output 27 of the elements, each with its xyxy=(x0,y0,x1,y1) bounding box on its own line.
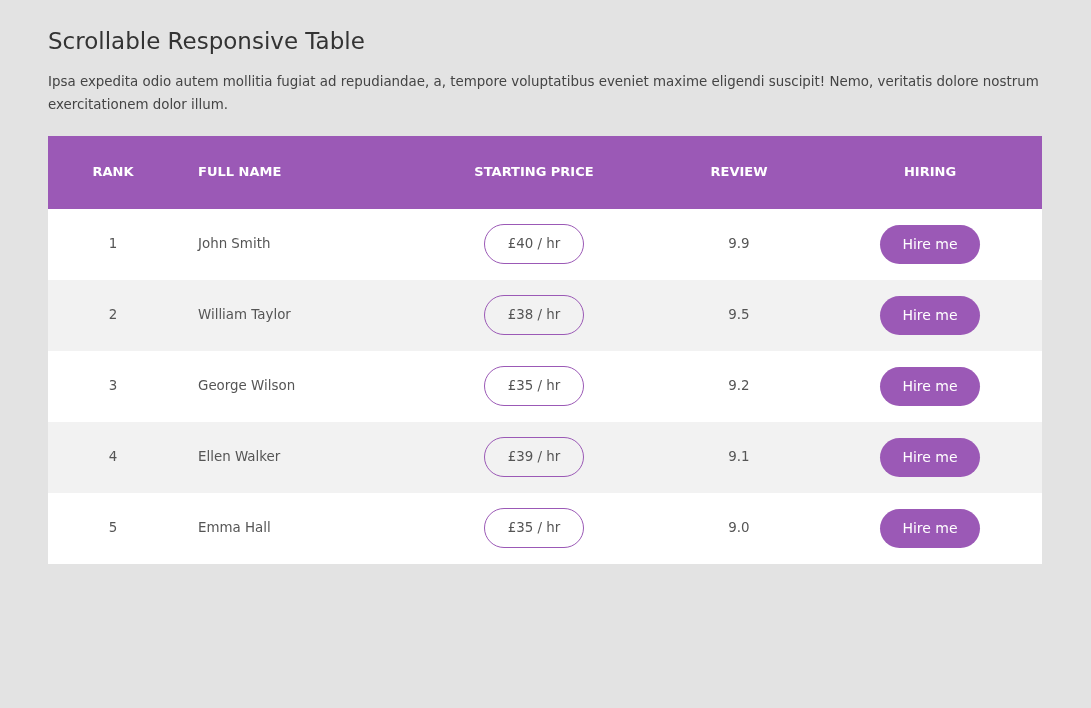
table-cell: William Taylor xyxy=(178,279,408,351)
table-cell: 9.5 xyxy=(660,279,818,351)
table-cell: George Wilson xyxy=(178,350,408,422)
hire-button[interactable]: Hire me xyxy=(880,508,980,548)
column-header: STARTING PRICE xyxy=(408,135,660,209)
table-cell: 2 xyxy=(48,279,178,351)
column-header: HIRING xyxy=(818,135,1042,209)
table-cell: 5 xyxy=(48,492,178,564)
hire-button[interactable]: Hire me xyxy=(880,295,980,335)
table-cell: John Smith xyxy=(178,208,408,280)
column-header: FULL NAME xyxy=(178,135,408,209)
column-header: RANK xyxy=(48,135,178,209)
description: Ipsa expedita odio autem mollitia fugiat ad repudiandae, a, tempore voluptatibus eveniet maxime eligendi suscipit! Nemo, veritatis dolore nostrum exercitationem dolor illum. xyxy=(48,72,1040,114)
table-cell: 1 xyxy=(48,208,178,280)
hire-button[interactable]: Hire me xyxy=(880,437,980,477)
page-title: Scrollable Responsive Table xyxy=(48,28,366,56)
hire-button[interactable]: Hire me xyxy=(880,366,980,406)
table-cell: Ellen Walker xyxy=(178,421,408,493)
table-cell: 4 xyxy=(48,421,178,493)
table-cell: 9.2 xyxy=(660,350,818,422)
column-header: REVIEW xyxy=(660,135,818,209)
table-cell: 9.0 xyxy=(660,492,818,564)
table-cell: Emma Hall xyxy=(178,492,408,564)
table-cell: 3 xyxy=(48,350,178,422)
hire-button[interactable]: Hire me xyxy=(880,224,980,264)
table-cell: 9.9 xyxy=(660,208,818,280)
table-cell: 9.1 xyxy=(660,421,818,493)
